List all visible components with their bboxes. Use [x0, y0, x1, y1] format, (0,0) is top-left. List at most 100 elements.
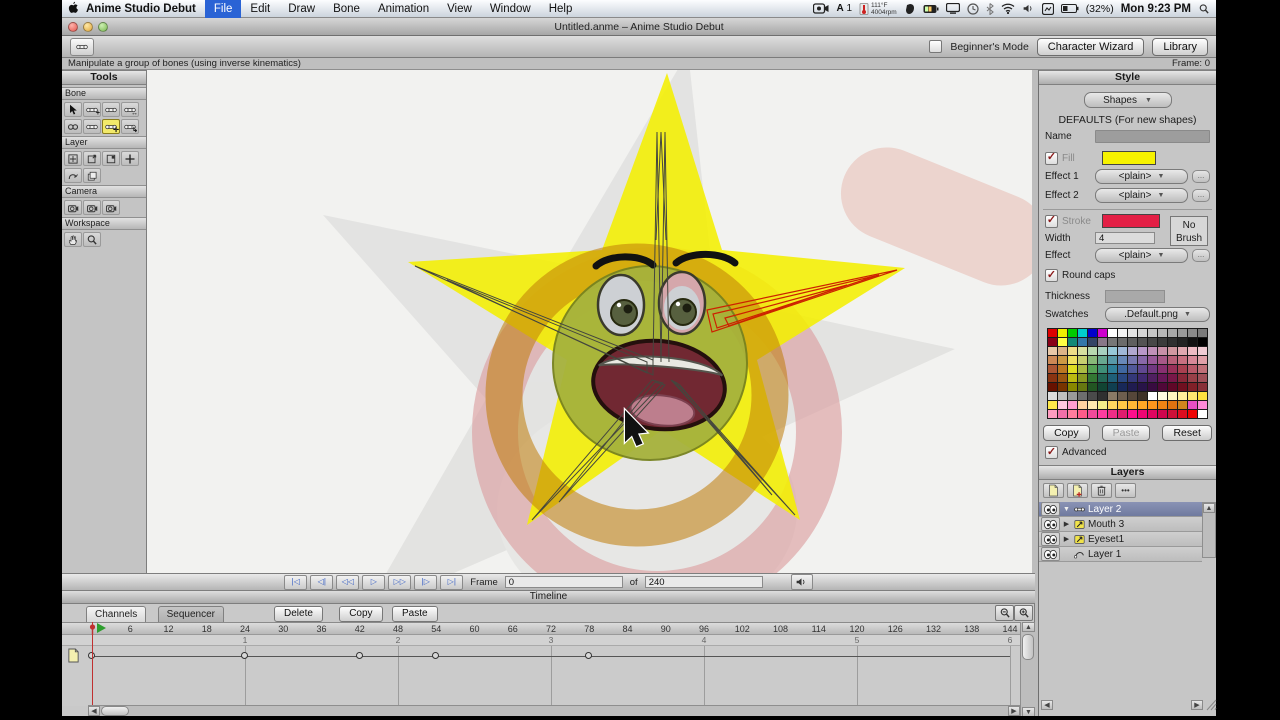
- volume-icon[interactable]: [1022, 3, 1035, 14]
- palette-swatch-5-14[interactable]: [1188, 374, 1197, 382]
- prev-keyframe-button[interactable]: ◁|: [310, 574, 334, 590]
- menu-clock[interactable]: Mon 9:23 PM: [1121, 3, 1191, 15]
- keyframe-frame-54[interactable]: [432, 652, 440, 659]
- palette-swatch-3-8[interactable]: [1128, 356, 1137, 364]
- palette-swatch-1-12[interactable]: [1168, 338, 1177, 346]
- keyframe-frame-42[interactable]: [355, 652, 363, 659]
- timeline-zoom-in-button[interactable]: [1014, 605, 1033, 621]
- wifi-icon[interactable]: [1001, 3, 1015, 14]
- palette-swatch-1-5[interactable]: [1098, 338, 1107, 346]
- vscroll-thumb[interactable]: [1022, 634, 1034, 660]
- palette-swatch-6-5[interactable]: [1098, 383, 1107, 391]
- play-button[interactable]: ▷: [362, 574, 386, 590]
- palette-swatch-9-7[interactable]: [1118, 410, 1127, 418]
- palette-swatch-9-15[interactable]: [1198, 410, 1207, 418]
- step-back-button[interactable]: ◁◁: [336, 574, 360, 590]
- palette-swatch-1-0[interactable]: [1048, 338, 1057, 346]
- palette-swatch-0-4[interactable]: [1088, 329, 1097, 337]
- palette-swatch-7-7[interactable]: [1118, 392, 1127, 400]
- library-button[interactable]: Library: [1152, 37, 1208, 56]
- palette-swatch-9-11[interactable]: [1158, 410, 1167, 418]
- palette-swatch-0-1[interactable]: [1058, 329, 1067, 337]
- palette-swatch-2-13[interactable]: [1178, 347, 1187, 355]
- keyframe-frame-24[interactable]: [241, 652, 248, 659]
- palette-swatch-8-8[interactable]: [1128, 401, 1137, 409]
- palette-swatch-5-1[interactable]: [1058, 374, 1067, 382]
- palette-swatch-7-4[interactable]: [1088, 392, 1097, 400]
- palette-swatch-8-10[interactable]: [1148, 401, 1157, 409]
- palette-swatch-2-9[interactable]: [1138, 347, 1147, 355]
- channel-icon[interactable]: [67, 648, 80, 668]
- palette-swatch-1-14[interactable]: [1188, 338, 1197, 346]
- menu-animation[interactable]: Animation: [369, 0, 438, 18]
- palette-swatch-2-12[interactable]: [1168, 347, 1177, 355]
- apple-menu-icon[interactable]: [62, 1, 84, 17]
- timeline-tab-channels[interactable]: Channels: [86, 606, 147, 622]
- total-frames-input[interactable]: 240: [644, 576, 763, 588]
- palette-swatch-1-9[interactable]: [1138, 338, 1147, 346]
- timeline-paste-button[interactable]: Paste: [392, 606, 438, 622]
- palette-swatch-9-3[interactable]: [1078, 410, 1087, 418]
- palette-swatch-9-0[interactable]: [1048, 410, 1057, 418]
- palette-swatch-6-2[interactable]: [1068, 383, 1077, 391]
- select-bone-tool[interactable]: [64, 102, 82, 117]
- layer-expander-icon[interactable]: ▼: [1062, 506, 1071, 513]
- paste-style-button[interactable]: Paste: [1101, 425, 1151, 441]
- timeline-copy-button[interactable]: Copy: [339, 606, 383, 622]
- palette-swatch-9-6[interactable]: [1108, 410, 1117, 418]
- layers-scroll-right-arrow[interactable]: ▶: [1191, 700, 1203, 710]
- current-tool-icon[interactable]: [70, 37, 94, 56]
- palette-swatch-6-7[interactable]: [1118, 383, 1127, 391]
- palette-swatch-9-5[interactable]: [1098, 410, 1107, 418]
- timeline-tab-sequencer[interactable]: Sequencer: [157, 606, 224, 622]
- palette-swatch-4-11[interactable]: [1158, 365, 1167, 373]
- layers-bottom-scrollbar[interactable]: ◀ ▶: [1039, 698, 1217, 714]
- palette-swatch-8-6[interactable]: [1108, 401, 1117, 409]
- menu-view[interactable]: View: [438, 0, 481, 18]
- palette-swatch-6-9[interactable]: [1138, 383, 1147, 391]
- resize-grip[interactable]: [1205, 698, 1217, 714]
- palette-swatch-4-15[interactable]: [1198, 365, 1207, 373]
- palette-swatch-3-13[interactable]: [1178, 356, 1187, 364]
- palette-swatch-0-9[interactable]: [1138, 329, 1147, 337]
- scale-bone-tool[interactable]: ↔: [121, 102, 139, 117]
- delete-layer-button[interactable]: [1091, 483, 1112, 498]
- palette-swatch-2-11[interactable]: [1158, 347, 1167, 355]
- scale-layer-tool[interactable]: [102, 151, 120, 166]
- palette-swatch-2-8[interactable]: [1128, 347, 1137, 355]
- effect2-options-button[interactable]: ...: [1192, 189, 1210, 202]
- stroke-effect-options-button[interactable]: ...: [1192, 249, 1210, 262]
- palette-swatch-2-5[interactable]: [1098, 347, 1107, 355]
- palette-swatch-7-11[interactable]: [1158, 392, 1167, 400]
- palette-swatch-6-4[interactable]: [1088, 383, 1097, 391]
- palette-swatch-4-5[interactable]: [1098, 365, 1107, 373]
- palette-swatch-6-11[interactable]: [1158, 383, 1167, 391]
- character-wizard-button[interactable]: Character Wizard: [1036, 37, 1145, 56]
- palette-swatch-7-13[interactable]: [1178, 392, 1187, 400]
- palette-swatch-6-14[interactable]: [1188, 383, 1197, 391]
- palette-swatch-4-3[interactable]: [1078, 365, 1087, 373]
- palette-swatch-0-6[interactable]: [1108, 329, 1117, 337]
- layer-row-layer-1[interactable]: Layer 1: [1039, 547, 1202, 562]
- palette-swatch-2-10[interactable]: [1148, 347, 1157, 355]
- palette-swatch-3-5[interactable]: [1098, 356, 1107, 364]
- palette-swatch-5-0[interactable]: [1048, 374, 1057, 382]
- palette-swatch-5-12[interactable]: [1168, 374, 1177, 382]
- palette-swatch-2-6[interactable]: [1108, 347, 1117, 355]
- palette-swatch-7-6[interactable]: [1108, 392, 1117, 400]
- palette-swatch-3-0[interactable]: [1048, 356, 1057, 364]
- palette-swatch-4-8[interactable]: [1128, 365, 1137, 373]
- palette-swatch-5-4[interactable]: [1088, 374, 1097, 382]
- palette-swatch-9-13[interactable]: [1178, 410, 1187, 418]
- palette-swatch-0-14[interactable]: [1188, 329, 1197, 337]
- palette-swatch-1-4[interactable]: [1088, 338, 1097, 346]
- scroll-up-arrow[interactable]: ▲: [1022, 622, 1035, 632]
- palette-swatch-5-5[interactable]: [1098, 374, 1107, 382]
- palette-swatch-4-9[interactable]: [1138, 365, 1147, 373]
- round-caps-checkbox[interactable]: [1045, 269, 1058, 282]
- palette-swatch-6-12[interactable]: [1168, 383, 1177, 391]
- palette-swatch-5-15[interactable]: [1198, 374, 1207, 382]
- palette-swatch-2-1[interactable]: [1058, 347, 1067, 355]
- palette-swatch-3-3[interactable]: [1078, 356, 1087, 364]
- menu-window[interactable]: Window: [481, 0, 540, 18]
